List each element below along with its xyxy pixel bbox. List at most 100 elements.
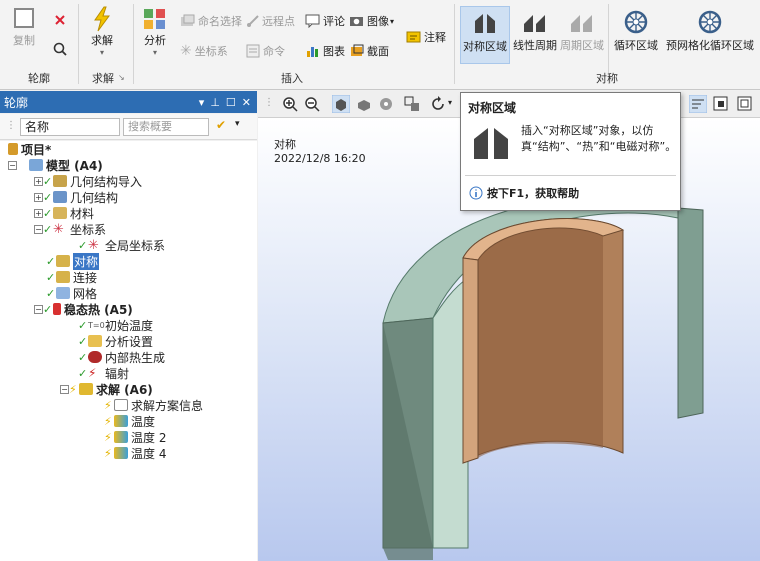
- symmetry-region-button[interactable]: 对称区域: [460, 6, 510, 64]
- search-outline-input[interactable]: 搜索概要: [123, 118, 209, 136]
- group-outline-label: 轮廓: [28, 72, 50, 85]
- box-select-icon[interactable]: [404, 96, 420, 112]
- copy-button[interactable]: 复制: [12, 6, 36, 48]
- cyclic-region-button[interactable]: 循环区域: [612, 10, 660, 53]
- comment-button[interactable]: 评论: [305, 13, 345, 29]
- pre-mesh-cyclic-button[interactable]: 预网格化循环区域: [662, 10, 758, 53]
- maximize-icon[interactable]: ☐: [226, 96, 236, 109]
- geometry-import-icon: [53, 175, 67, 187]
- tree-node-global-cs[interactable]: ✓ ✳ 全局坐标系: [78, 237, 165, 253]
- solution-icon: [79, 383, 93, 395]
- tree-node-connections[interactable]: ✓ 连接: [46, 269, 97, 285]
- command-button[interactable]: 命令: [246, 43, 285, 59]
- pre-mesh-cyclic-icon: [698, 10, 722, 34]
- close-icon[interactable]: ✕: [242, 96, 251, 109]
- filter-name-select[interactable]: 名称: [20, 118, 120, 136]
- solve-button[interactable]: 求解 ▾: [90, 6, 114, 57]
- symmetry-region-tooltip: 对称区域 插入“对称区域”对象，以仿真“结构”、“热”和“电磁对称”。 按下F1…: [460, 92, 681, 211]
- tree-node-analysis-settings[interactable]: ✓ 分析设置: [78, 333, 153, 349]
- periodic-region-icon: [571, 15, 592, 32]
- connections-icon: [56, 271, 70, 283]
- tree-node-coordinate-systems[interactable]: − ✓ ✳ 坐标系: [34, 221, 106, 237]
- tree-node-materials[interactable]: + ✓ 材料: [34, 205, 94, 221]
- outline-panel-header: 轮廓 ▾ ⊥ ☐ ✕: [0, 91, 257, 113]
- tree-node-mesh[interactable]: ✓ 网格: [46, 285, 97, 301]
- check-icon: ✓: [43, 174, 53, 188]
- zoom-out-icon[interactable]: [304, 96, 320, 112]
- lightning-icon: ⚡: [104, 430, 112, 444]
- annotation-icon: [406, 31, 421, 43]
- periodic-region-button[interactable]: 周期区域: [558, 10, 606, 53]
- initial-temp-icon: T=0: [88, 320, 105, 330]
- camera-icon: [350, 17, 363, 26]
- materials-icon: [53, 207, 67, 219]
- annotation-button[interactable]: 注释: [406, 29, 446, 45]
- mesh-icon: [56, 287, 70, 299]
- group-symmetry-label: 对称: [596, 72, 618, 85]
- collapse-icon[interactable]: −: [60, 384, 69, 394]
- search-icon[interactable]: [53, 42, 67, 56]
- group-insert-label: 插入: [281, 72, 303, 85]
- outline-panel-title: 轮廓: [4, 95, 29, 110]
- cyclic-region-icon: [624, 10, 648, 34]
- select-body-icon[interactable]: [332, 95, 350, 113]
- image-button[interactable]: 图像 ▾: [349, 13, 394, 29]
- rotate-dropdown-icon[interactable]: ▾: [448, 98, 452, 107]
- collapse-icon[interactable]: −: [8, 160, 17, 170]
- tree-node-temperature-2[interactable]: ⚡ 温度 2: [104, 429, 166, 445]
- expand-icon[interactable]: +: [34, 208, 43, 218]
- inner-core: [462, 218, 625, 464]
- model-icon: [29, 159, 43, 171]
- expand-icon[interactable]: +: [34, 192, 43, 202]
- info-icon: [469, 186, 483, 200]
- tree-node-internal-heat[interactable]: ✓ 内部热生成: [78, 349, 165, 365]
- group-launcher-icon[interactable]: ↘: [118, 73, 125, 82]
- radiation-icon: ⚡: [88, 366, 97, 380]
- panel-menu-icon[interactable]: ▾: [199, 96, 205, 109]
- tree-node-solution[interactable]: − ⚡ 求解 (A6): [60, 381, 153, 397]
- temperature-result-icon: [114, 447, 128, 459]
- pin-icon[interactable]: ⊥: [210, 96, 220, 109]
- remote-point-button[interactable]: 远程点: [246, 13, 295, 29]
- tree-node-solution-info[interactable]: ⚡ 求解方案信息: [104, 397, 203, 413]
- tree-sort-icon[interactable]: [689, 95, 707, 113]
- chart-button[interactable]: 图表: [305, 43, 345, 59]
- tree-node-radiation[interactable]: ✓ ⚡ 辐射: [78, 365, 129, 381]
- tree-node-symmetry[interactable]: ✓ 对称: [46, 252, 100, 270]
- face-select-icon[interactable]: [356, 96, 372, 112]
- tree-node-temperature-4[interactable]: ⚡ 温度 4: [104, 445, 166, 461]
- delete-icon[interactable]: [54, 14, 66, 26]
- remote-point-icon: [247, 15, 259, 27]
- tree-node-geometry-import[interactable]: + ✓ 几何结构导入: [34, 173, 142, 189]
- expand-icon[interactable]: +: [34, 176, 43, 186]
- collapse-icon[interactable]: −: [34, 304, 43, 314]
- check-icon: ✓: [43, 206, 53, 220]
- tree-node-initial-temp[interactable]: ✓ T=0 初始温度: [78, 317, 153, 333]
- tree-node-model[interactable]: − 模型 (A4): [8, 157, 103, 173]
- named-selection-button[interactable]: 命名选择: [180, 13, 242, 29]
- expand-filter-icon[interactable]: ✔: [216, 118, 226, 132]
- tree-node-geometry[interactable]: + ✓ 几何结构: [34, 189, 118, 205]
- linear-periodic-button[interactable]: 线性周期: [512, 10, 558, 53]
- window-cascade-icon[interactable]: [737, 96, 753, 112]
- rotate-icon[interactable]: [430, 96, 446, 112]
- coordinate-system-button[interactable]: ✳ 坐标系: [180, 43, 228, 59]
- window-tile-icon[interactable]: [713, 96, 729, 112]
- mesh-view-icon[interactable]: [378, 96, 394, 112]
- chart-icon: [307, 47, 318, 57]
- check-icon: ✓: [46, 254, 56, 268]
- collapse-icon[interactable]: −: [34, 224, 43, 234]
- tree-node-temperature-1[interactable]: ⚡ 温度: [104, 413, 155, 429]
- dropdown-icon[interactable]: ▾: [235, 119, 240, 129]
- project-icon: [8, 143, 18, 155]
- analysis-button[interactable]: 分析 ▾: [142, 6, 168, 57]
- check-icon: ✓: [43, 302, 53, 316]
- check-icon: ✓: [43, 190, 53, 204]
- check-icon: ✓: [43, 222, 53, 236]
- tree-node-steady-thermal[interactable]: − ✓ 稳态热 (A5): [34, 301, 133, 317]
- section-button[interactable]: 截面: [349, 43, 389, 59]
- lightning-icon: [94, 6, 110, 32]
- zoom-in-icon[interactable]: [282, 96, 298, 112]
- analysis-icon: [144, 9, 165, 29]
- tree-node-project[interactable]: 项目*: [8, 141, 51, 157]
